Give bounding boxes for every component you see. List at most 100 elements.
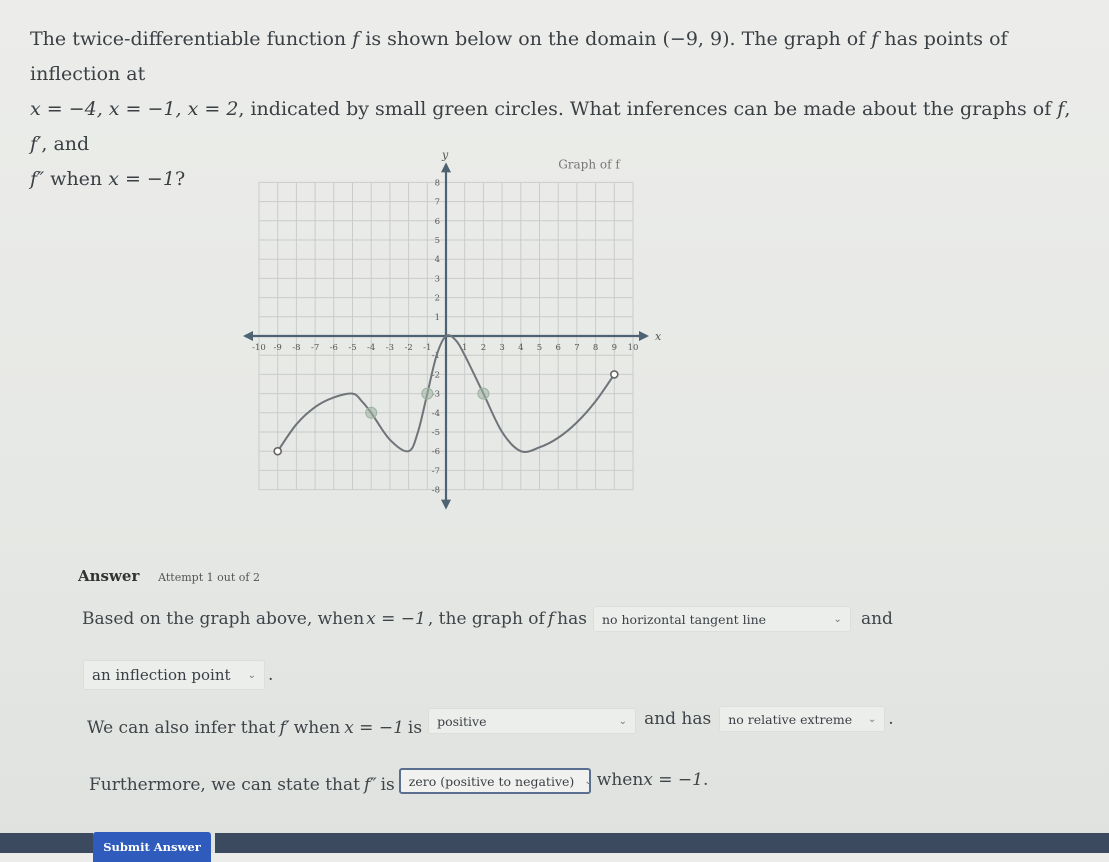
x-tick-label: 5	[537, 343, 542, 353]
x-tick-label: -5	[348, 343, 356, 353]
q-text: when	[44, 168, 109, 190]
period: .	[268, 665, 274, 685]
s2-f-prime: f′	[279, 718, 290, 738]
s2-text: We can also infer that	[87, 718, 276, 738]
y-tick-label: -8	[432, 486, 440, 496]
x-axis-left-arrow-icon	[243, 331, 253, 341]
x-tick-label: 4	[518, 343, 523, 353]
submit-answer-button[interactable]: Submit Answer	[93, 832, 211, 862]
y-tick-label: -7	[432, 466, 440, 476]
y-tick-label: 2	[435, 294, 440, 304]
y-tick-label: 1	[435, 313, 440, 323]
s1-eq: x = −1	[366, 609, 426, 629]
inflection-point-marker	[421, 387, 434, 400]
x-tick-label: -4	[367, 343, 375, 353]
q-f-prime: f′	[30, 133, 42, 155]
s3-text: is	[380, 775, 395, 795]
sentence-1-cont: an inflection point ⌄ .	[83, 660, 273, 690]
y-axis-up-arrow-icon	[441, 162, 451, 173]
select-value: zero (positive to negative)	[408, 773, 575, 789]
y-tick-label: 8	[435, 178, 440, 188]
chart-title: Graph of f	[558, 157, 621, 171]
x-tick-label: 6	[555, 343, 560, 353]
y-axis-down-arrow-icon	[441, 499, 451, 510]
x-tick-label: 8	[593, 343, 598, 353]
s3-text: when	[596, 770, 644, 790]
select-value: an inflection point	[92, 666, 231, 684]
s2-text: is	[407, 718, 423, 738]
open-endpoint-marker	[609, 370, 619, 379]
answer-title: Answer	[78, 567, 140, 585]
s2-text: and has	[644, 709, 712, 729]
derivative-sign-select[interactable]: positive ⌄	[428, 708, 637, 734]
inflection-point-marker	[477, 387, 490, 400]
second-derivative-select[interactable]: zero (positive to negative) ⌄	[398, 768, 593, 794]
x-tick-label: -3	[386, 343, 394, 353]
period: .	[703, 770, 709, 790]
q-text: , and	[41, 133, 90, 155]
q-f: f	[1057, 98, 1065, 120]
sentence-1: Based on the graph above, when x = −1 , …	[82, 606, 893, 632]
inflection-point-marker	[365, 406, 378, 419]
x-tick-label: -9	[274, 343, 282, 353]
period: .	[888, 709, 894, 729]
chevron-down-icon: ⌄	[618, 715, 628, 727]
x-axis-right-arrow-icon	[639, 331, 649, 341]
q-text: is shown below on the domain	[359, 28, 663, 50]
q-text: The twice-differentiable function	[30, 28, 353, 50]
x-tick-label: 9	[612, 343, 617, 353]
x-tick-label: 10	[628, 343, 639, 353]
chevron-down-icon: ⌄	[867, 713, 877, 725]
s1-text: , the graph of	[427, 609, 545, 629]
y-tick-label: -4	[432, 409, 440, 419]
x-tick-label: -2	[404, 343, 412, 353]
sentence-3: Furthermore, we can state that f″ is zer…	[89, 768, 708, 795]
chevron-down-icon: ⌄	[247, 669, 256, 681]
sentence-2: We can also infer that f′ when x = −1 is…	[87, 706, 894, 738]
bottom-bar	[215, 833, 1109, 853]
s3-text: Furthermore, we can state that	[89, 775, 360, 795]
s1-text: has	[557, 609, 587, 629]
q-inflection-points: x = −4, x = −1, x = 2	[30, 98, 239, 120]
x-tick-label: 2	[481, 343, 486, 353]
s2-text: when	[293, 718, 341, 738]
chevron-down-icon: ⌄	[584, 775, 593, 787]
x-tick-label: -10	[252, 343, 266, 353]
s1-text: Based on the graph above, when	[82, 609, 365, 629]
answer-header: Answer Attempt 1 out of 2	[78, 567, 260, 585]
point-type-select[interactable]: an inflection point ⌄	[83, 660, 265, 690]
graph-of-f: x y Graph of f -10 -9 -8 -7 -6 -5 -4 -3 -2 -1 1 2 3 4 5 6 7…	[238, 140, 678, 520]
chevron-down-icon: ⌄	[833, 613, 842, 625]
x-tick-label: -8	[292, 343, 300, 353]
q-f-double-prime: f″	[30, 168, 45, 190]
select-value: positive	[437, 713, 487, 729]
y-tick-label: -5	[432, 428, 440, 438]
x-tick-label: -7	[311, 343, 319, 353]
y-tick-label: 3	[435, 274, 440, 284]
q-domain: (−9, 9)	[662, 28, 730, 50]
select-value: no horizontal tangent line	[601, 611, 767, 627]
select-value: no relative extreme	[728, 711, 853, 727]
y-tick-label: 4	[435, 255, 440, 265]
y-tick-label: 6	[435, 217, 440, 227]
y-axis-label: y	[441, 148, 449, 161]
open-endpoint-marker	[273, 446, 283, 456]
attempt-counter: Attempt 1 out of 2	[158, 571, 260, 584]
s1-f: f	[547, 609, 555, 629]
x-tick-label: -6	[330, 343, 338, 353]
tangent-line-select[interactable]: no horizontal tangent line ⌄	[592, 606, 851, 632]
q-text: ?	[174, 168, 186, 190]
q-text: , indicated by small green circles. What…	[238, 98, 1058, 120]
s3-eq: x = −1	[643, 770, 703, 790]
s3-f-double-prime: f″	[363, 775, 377, 795]
x-tick-label: -1	[423, 343, 431, 353]
y-tick-label: 7	[435, 198, 440, 208]
extreme-select[interactable]: no relative extreme ⌄	[719, 706, 886, 732]
q-text: . The graph of	[729, 28, 872, 50]
submit-label: Submit Answer	[103, 840, 201, 854]
q-eq: x = −1	[108, 168, 175, 190]
s2-eq: x = −1	[344, 718, 404, 738]
chart-svg: x y Graph of f -10 -9 -8 -7 -6 -5 -4 -3 -2 -1 1 2 3 4 5 6 7…	[243, 148, 662, 510]
bottom-bar	[0, 833, 93, 853]
x-axis-label: x	[655, 330, 662, 343]
